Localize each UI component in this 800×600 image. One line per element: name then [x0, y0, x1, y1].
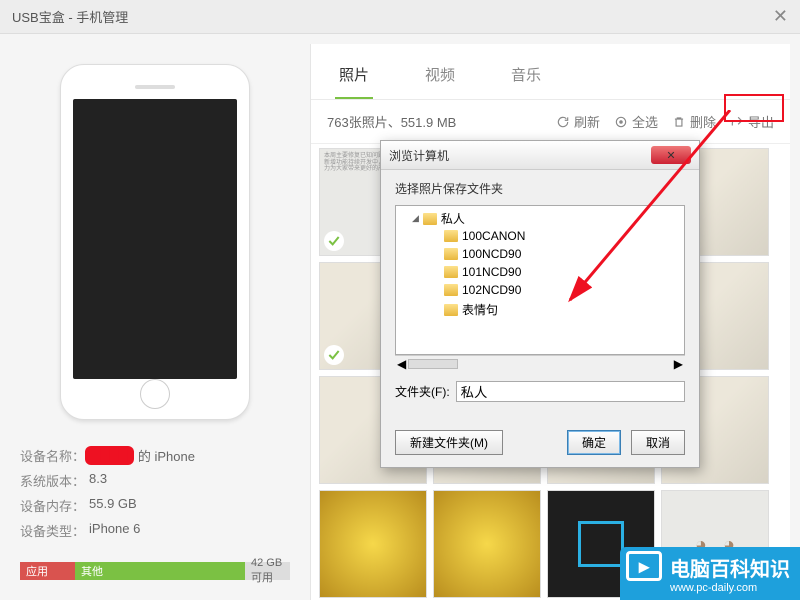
tree-scrollbar[interactable]: ◀▶ — [395, 355, 685, 371]
folder-name-input[interactable] — [456, 381, 685, 402]
type-label: 设备类型： — [20, 521, 85, 540]
title-bar: USB宝盒 - 手机管理 ✕ — [0, 0, 800, 34]
folder-icon — [444, 230, 458, 242]
window-title: USB宝盒 - 手机管理 — [12, 7, 128, 26]
delete-button[interactable]: 删除 — [672, 112, 716, 131]
device-name-label: 设备名称： — [20, 446, 85, 465]
tree-item[interactable]: 100NCD90 — [444, 245, 680, 263]
check-icon — [324, 231, 344, 251]
check-icon — [324, 345, 344, 365]
device-name-suffix: 的 iPhone — [138, 446, 195, 465]
close-icon[interactable]: ✕ — [773, 6, 788, 27]
device-info: 设备名称：████的 iPhone 系统版本：8.3 设备内存：55.9 GB … — [20, 440, 290, 546]
os-label: 系统版本： — [20, 471, 85, 490]
select-all-icon — [614, 115, 628, 129]
dialog-subtitle: 选择照片保存文件夹 — [395, 180, 685, 197]
watermark-logo-icon: ▸ — [626, 551, 662, 581]
folder-icon — [444, 266, 458, 278]
watermark-brand: 电脑百科知识 — [670, 559, 790, 581]
tree-root[interactable]: ◢私人 — [412, 210, 680, 227]
storage-bar: 应用 其他 42 GB 可用 — [20, 562, 290, 580]
thumbnail[interactable] — [433, 490, 541, 598]
tree-item[interactable]: 100CANON — [444, 227, 680, 245]
folder-icon — [444, 284, 458, 296]
watermark: ▸ 电脑百科知识 www.pc-daily.com — [620, 547, 800, 600]
storage-other: 其他 — [75, 562, 245, 580]
phone-illustration — [60, 64, 250, 420]
storage-free: 42 GB 可用 — [245, 562, 290, 580]
dialog-title: 浏览计算机 — [389, 147, 449, 164]
refresh-icon — [556, 115, 570, 129]
mem-value: 55.9 GB — [89, 496, 137, 515]
export-icon — [730, 115, 744, 129]
browse-dialog: 浏览计算机 ✕ 选择照片保存文件夹 ◢私人 100CANON 100NCD90 … — [380, 140, 700, 468]
dialog-close-button[interactable]: ✕ — [651, 146, 691, 164]
watermark-url: www.pc-daily.com — [670, 582, 790, 594]
type-value: iPhone 6 — [89, 521, 140, 540]
toolbar: 763张照片、551.9 MB 刷新 全选 删除 导出 — [311, 100, 790, 144]
os-value: 8.3 — [89, 471, 107, 490]
ok-button[interactable]: 确定 — [567, 430, 621, 455]
mem-label: 设备内存： — [20, 496, 85, 515]
select-all-button[interactable]: 全选 — [614, 112, 658, 131]
device-name-redacted: ████ — [85, 446, 134, 465]
refresh-button[interactable]: 刷新 — [556, 112, 600, 131]
tab-video[interactable]: 视频 — [421, 56, 459, 99]
folder-field-label: 文件夹(F): — [395, 383, 450, 400]
folder-icon — [444, 248, 458, 260]
cancel-button[interactable]: 取消 — [631, 430, 685, 455]
folder-icon — [444, 304, 458, 316]
tab-music[interactable]: 音乐 — [507, 56, 545, 99]
tabs: 照片 视频 音乐 — [311, 44, 790, 100]
dialog-title-bar: 浏览计算机 ✕ — [381, 141, 699, 170]
tree-item[interactable]: 102NCD90 — [444, 281, 680, 299]
thumbnail[interactable] — [319, 490, 427, 598]
photo-count: 763张照片、551.9 MB — [327, 112, 542, 131]
new-folder-button[interactable]: 新建文件夹(M) — [395, 430, 503, 455]
storage-app: 应用 — [20, 562, 75, 580]
trash-icon — [672, 115, 686, 129]
tab-photo[interactable]: 照片 — [335, 56, 373, 99]
export-button[interactable]: 导出 — [730, 112, 774, 131]
folder-icon — [423, 213, 437, 225]
tree-item[interactable]: 101NCD90 — [444, 263, 680, 281]
folder-tree[interactable]: ◢私人 100CANON 100NCD90 101NCD90 102NCD90 … — [395, 205, 685, 355]
tree-item[interactable]: 表情句 — [444, 299, 680, 320]
left-pane: 设备名称：████的 iPhone 系统版本：8.3 设备内存：55.9 GB … — [0, 34, 310, 600]
